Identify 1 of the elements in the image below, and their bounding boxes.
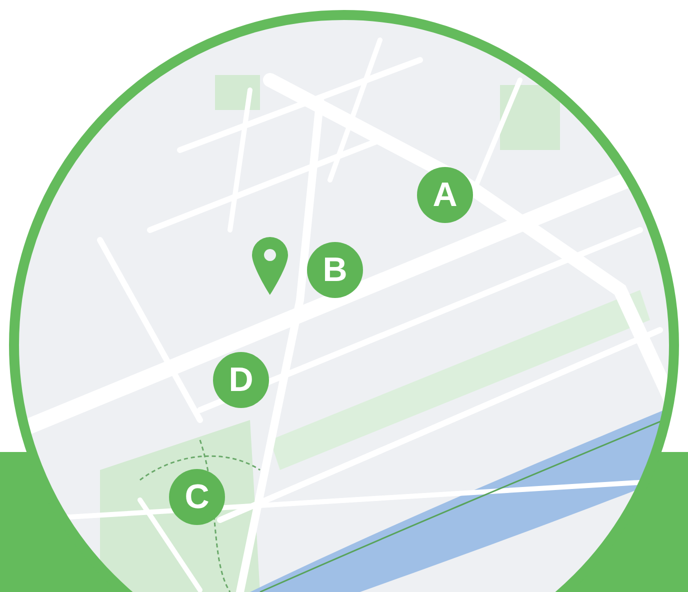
- location-pin-icon: [252, 237, 288, 295]
